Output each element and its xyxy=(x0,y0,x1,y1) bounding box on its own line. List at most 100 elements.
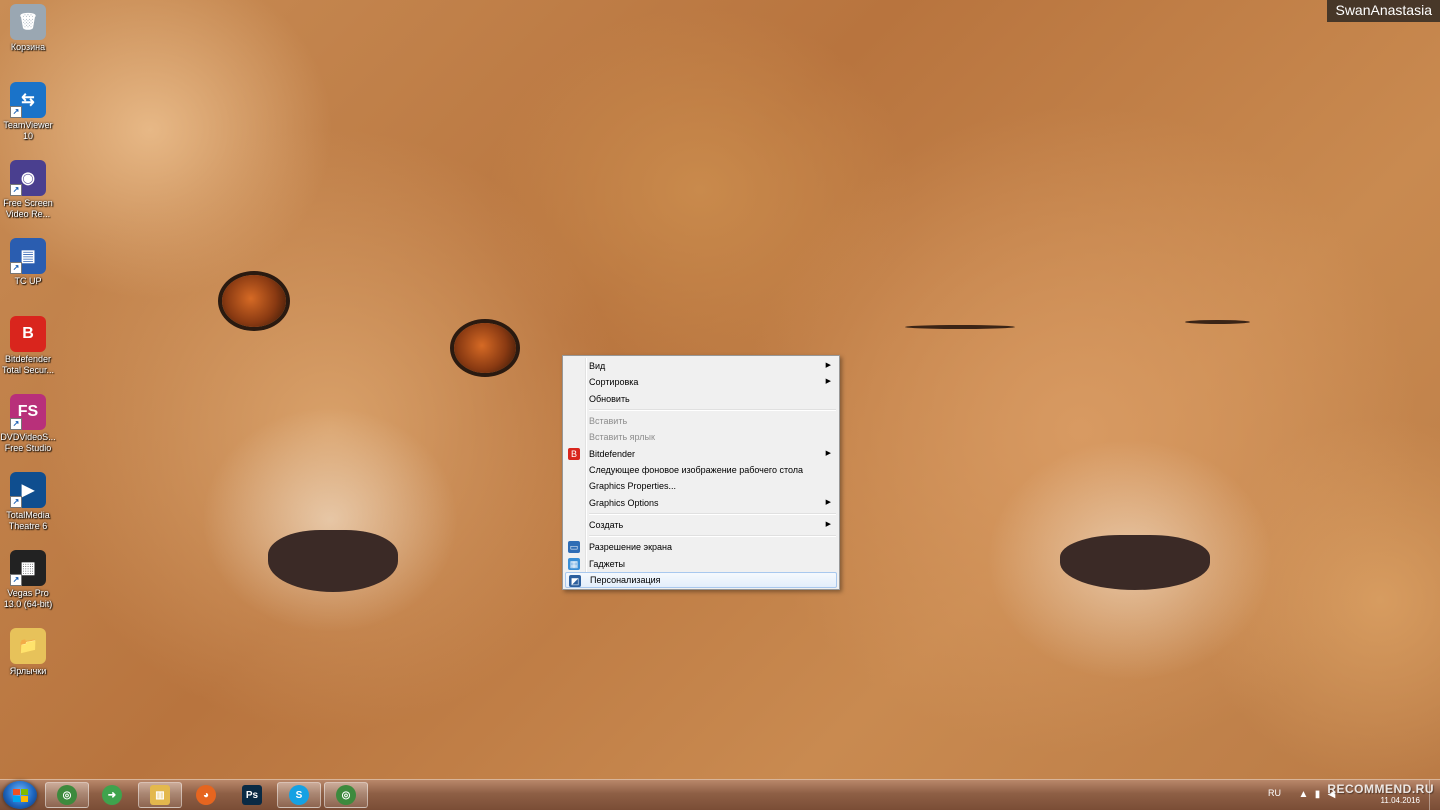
shortcut-arrow-icon: ↗ xyxy=(10,418,22,430)
menu-separator xyxy=(589,513,836,515)
network-icon[interactable]: ▮ xyxy=(1312,789,1323,800)
vegas-pro-icon: ▦ ↗ xyxy=(10,550,46,586)
desktop-icon-label: TotalMedia Theatre 6 xyxy=(6,510,50,531)
desktop-icon-0[interactable]: 🗑 Корзина xyxy=(0,4,56,53)
menu-item-12[interactable]: ◩ Персонализация xyxy=(565,572,837,588)
menu-item-label: Гаджеты xyxy=(589,559,625,569)
desktop-context-menu: Вид ▶ Сортировка ▶ Обновить Вставить Вставить … xyxy=(562,355,840,590)
top-right-label: SwanAnastasia xyxy=(1327,0,1440,22)
teamviewer-icon: ⇆ ↗ xyxy=(10,82,46,118)
personalization-icon: ◩ xyxy=(569,575,581,587)
desktop-icon-label: TC UP xyxy=(14,276,42,286)
download-icon: ➜ xyxy=(102,785,122,805)
firefox-icon: ◕ xyxy=(196,785,216,805)
screen-resolution-icon: ▭ xyxy=(568,541,580,553)
folder-icon: 📁 xyxy=(10,628,46,664)
submenu-arrow-icon: ▶ xyxy=(825,499,831,506)
menu-item-label: Разрешение экрана xyxy=(589,542,672,552)
bitdefender-icon: B xyxy=(10,316,46,352)
taskbar-app-explorer[interactable]: ▥ xyxy=(138,782,182,808)
wallpaper-lion-nose-left xyxy=(268,530,398,592)
desktop-icon-label: DVDVideoS... Free Studio xyxy=(0,432,56,453)
menu-item-9[interactable]: Создать ▶ xyxy=(565,517,837,533)
photoshop-icon: Ps xyxy=(242,785,262,805)
menu-item-2[interactable]: Обновить xyxy=(565,391,837,407)
desktop-icon-4[interactable]: B Bitdefender Total Secur... xyxy=(0,316,56,376)
menu-item-label: Создать xyxy=(589,520,624,530)
submenu-arrow-icon: ▶ xyxy=(825,362,831,369)
clock-date[interactable]: 11.04.2016 xyxy=(1381,796,1420,805)
start-button[interactable] xyxy=(3,781,37,809)
wallpaper-lion-eye-closed-right xyxy=(1185,320,1250,324)
menu-item-label: Graphics Properties... xyxy=(589,481,677,491)
menu-item-label: Вид xyxy=(589,361,606,371)
desktop-icon-label: Bitdefender Total Secur... xyxy=(1,354,55,375)
totalmedia-icon: ▶ ↗ xyxy=(10,472,46,508)
menu-item-11[interactable]: ▦ Гаджеты xyxy=(565,556,837,572)
explorer-icon: ▥ xyxy=(150,785,170,805)
dvdvideosoft-icon: FS ↗ xyxy=(10,394,46,430)
system-tray: RU ▲ ▮ ◀ RECOMMEND.RU 11.04.2016 xyxy=(1250,780,1440,810)
desktop-icon-label: Vegas Pro 13.0 (64-bit) xyxy=(3,588,53,609)
shortcut-arrow-icon: ↗ xyxy=(10,496,22,508)
desktop-icon-8[interactable]: 📁 Ярлычки xyxy=(0,628,56,677)
desktop-icon-3[interactable]: ▤ ↗ TC UP xyxy=(0,238,56,287)
menu-item-label: Следующее фоновое изображение рабочего с… xyxy=(589,465,804,475)
recycle-bin-icon: 🗑 xyxy=(10,4,46,40)
shortcut-arrow-icon: ↗ xyxy=(10,574,22,586)
screen-recorder-icon: ◉ ↗ xyxy=(10,160,46,196)
desktop-icon-7[interactable]: ▦ ↗ Vegas Pro 13.0 (64-bit) xyxy=(0,550,56,610)
menu-item-6[interactable]: Следующее фоновое изображение рабочего с… xyxy=(565,462,837,478)
wallpaper-lion-eye-closed-left xyxy=(905,325,1015,329)
taskbar-app-skype[interactable]: S xyxy=(277,782,321,808)
shortcut-arrow-icon: ↗ xyxy=(10,184,22,196)
taskbar-app-firefox[interactable]: ◕ xyxy=(184,782,228,808)
menu-item-label: Вставить xyxy=(589,416,628,426)
gadgets-icon: ▦ xyxy=(568,558,580,570)
chrome-icon: ◎ xyxy=(336,785,356,805)
shortcut-arrow-icon: ↗ xyxy=(10,262,22,274)
taskbar-app-chrome[interactable]: ◎ xyxy=(324,782,368,808)
desktop-icon-5[interactable]: FS ↗ DVDVideoS... Free Studio xyxy=(0,394,56,454)
menu-item-5[interactable]: B Bitdefender ▶ xyxy=(565,446,837,462)
submenu-arrow-icon: ▶ xyxy=(825,378,831,385)
wallpaper-lion-nose-right xyxy=(1060,535,1210,590)
wallpaper-lion-eye-right xyxy=(454,323,516,373)
desktop[interactable]: SwanAnastasia 🗑 Корзина ⇆ ↗ TeamViewer 10 ◉ ↗ F… xyxy=(0,0,1440,810)
submenu-arrow-icon: ▶ xyxy=(825,450,831,457)
windows-logo-icon xyxy=(12,788,28,802)
desktop-icon-label: Корзина xyxy=(10,42,46,52)
tray-arrow-icon[interactable]: ▲ xyxy=(1298,789,1309,800)
shortcut-arrow-icon: ↗ xyxy=(10,106,22,118)
menu-item-label: Bitdefender xyxy=(589,449,636,459)
menu-item-label: Вставить ярлык xyxy=(589,432,655,442)
menu-item-label: Обновить xyxy=(589,394,630,404)
bitdefender-icon: B xyxy=(568,448,580,460)
taskbar: ◎ ➜ ▥ ◕ Ps S ◎ RU ▲ ▮ ◀ RECOMMEND.RU 11.04.201… xyxy=(0,779,1440,810)
taskbar-app-download[interactable]: ➜ xyxy=(90,782,134,808)
menu-item-3: Вставить xyxy=(565,413,837,429)
desktop-icon-2[interactable]: ◉ ↗ Free Screen Video Re... xyxy=(0,160,56,220)
menu-item-4: Вставить ярлык xyxy=(565,429,837,445)
menu-item-1[interactable]: Сортировка ▶ xyxy=(565,374,837,390)
menu-item-7[interactable]: Graphics Properties... xyxy=(565,478,837,494)
desktop-icon-1[interactable]: ⇆ ↗ TeamViewer 10 xyxy=(0,82,56,142)
menu-item-label: Сортировка xyxy=(589,377,639,387)
menu-separator xyxy=(589,535,836,537)
taskbar-app-photoshop[interactable]: Ps xyxy=(230,782,274,808)
menu-separator xyxy=(589,409,836,411)
language-indicator[interactable]: RU xyxy=(1268,788,1281,798)
recommend-watermark: RECOMMEND.RU xyxy=(1327,782,1434,796)
menu-item-label: Graphics Options xyxy=(589,498,659,508)
show-desktop-button[interactable] xyxy=(1429,780,1440,810)
menu-item-8[interactable]: Graphics Options ▶ xyxy=(565,495,837,511)
chrome-icon: ◎ xyxy=(57,785,77,805)
taskbar-app-chrome[interactable]: ◎ xyxy=(45,782,89,808)
desktop-icon-6[interactable]: ▶ ↗ TotalMedia Theatre 6 xyxy=(0,472,56,532)
desktop-icon-label: TeamViewer 10 xyxy=(3,120,53,141)
menu-item-10[interactable]: ▭ Разрешение экрана xyxy=(565,539,837,555)
desktop-icon-label: Free Screen Video Re... xyxy=(3,198,53,219)
desktop-icon-label: Ярлычки xyxy=(9,666,47,676)
menu-item-0[interactable]: Вид ▶ xyxy=(565,358,837,374)
wallpaper-lion-eye-left xyxy=(222,275,286,327)
